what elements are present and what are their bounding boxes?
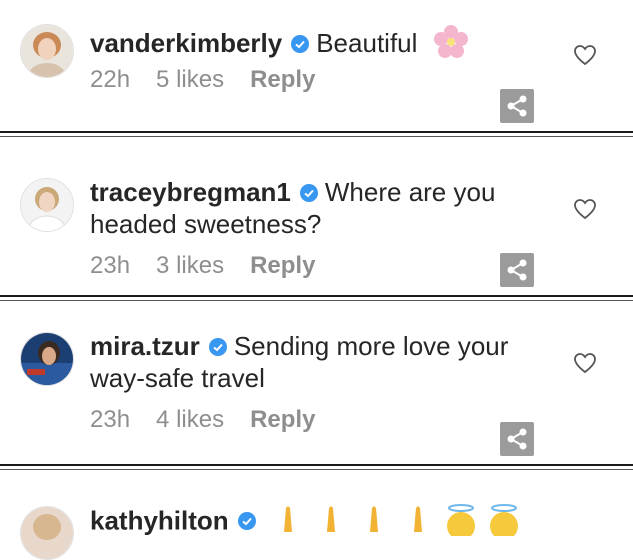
heart-icon[interactable] <box>573 352 597 374</box>
reply-button[interactable]: Reply <box>250 66 315 93</box>
praying-hands-icon <box>413 506 422 532</box>
username[interactable]: kathyhilton <box>90 505 229 535</box>
emoji-row <box>270 502 522 543</box>
comment-text: vanderkimberly Beautiful <box>90 24 540 59</box>
verified-badge-icon <box>291 35 310 53</box>
divider <box>0 295 633 301</box>
angel-face-icon <box>446 504 475 540</box>
username[interactable]: mira.tzur <box>90 331 200 361</box>
likes-count[interactable]: 3 likes <box>156 252 224 279</box>
share-button[interactable] <box>500 422 534 456</box>
share-icon <box>507 259 527 281</box>
reply-button[interactable]: Reply <box>250 252 315 279</box>
divider <box>0 131 633 137</box>
comment-body: Beautiful <box>316 28 418 58</box>
timestamp: 23h <box>90 252 131 279</box>
praying-hands-icon <box>283 506 292 532</box>
username[interactable]: vanderkimberly <box>90 28 282 58</box>
share-button[interactable] <box>500 253 534 287</box>
comment-meta: 23h 3 likes Reply <box>90 252 341 280</box>
angel-face-icon <box>490 504 519 540</box>
comment-text: kathyhilton <box>90 502 540 543</box>
share-icon <box>507 428 527 450</box>
flower-icon <box>433 25 468 58</box>
likes-count[interactable]: 4 likes <box>156 406 224 433</box>
comment-meta: 22h 5 likes Reply <box>90 66 341 94</box>
username[interactable]: traceybregman1 <box>90 177 291 207</box>
comment-text: traceybregman1 Where are you headed sweet… <box>90 176 540 240</box>
avatar[interactable] <box>20 332 74 386</box>
avatar[interactable] <box>20 506 74 560</box>
share-button[interactable] <box>500 89 534 123</box>
verified-badge-icon <box>237 512 256 531</box>
heart-icon[interactable] <box>573 198 597 220</box>
divider <box>0 464 633 470</box>
comment-meta: 23h 4 likes Reply <box>90 406 341 434</box>
verified-badge-icon <box>208 338 227 356</box>
praying-hands-icon <box>370 506 379 532</box>
avatar[interactable] <box>20 178 74 232</box>
comment-text: mira.tzur Sending more love your way-safe… <box>90 330 540 394</box>
avatar[interactable] <box>20 24 74 78</box>
heart-icon[interactable] <box>573 44 597 66</box>
timestamp: 22h <box>90 66 131 93</box>
verified-badge-icon <box>299 184 318 202</box>
praying-hands-icon <box>327 506 336 532</box>
likes-count[interactable]: 5 likes <box>156 66 224 93</box>
timestamp: 23h <box>90 406 131 433</box>
share-icon <box>507 95 527 117</box>
reply-button[interactable]: Reply <box>250 406 315 433</box>
